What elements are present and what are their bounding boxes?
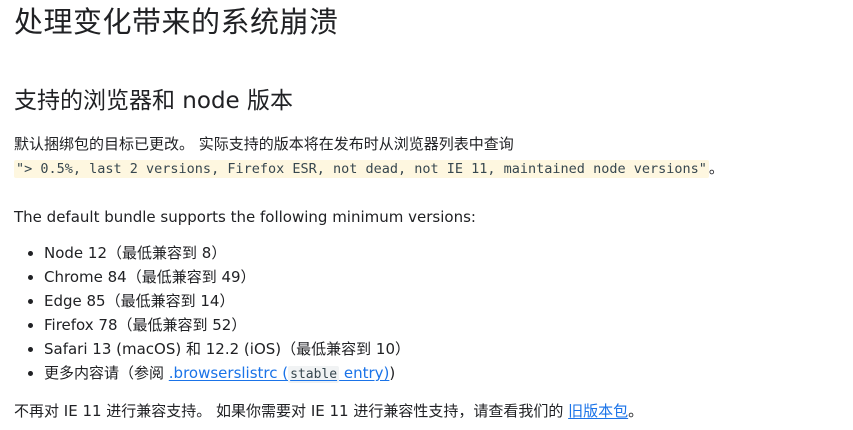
document-page: 处理变化带来的系统崩溃 支持的浏览器和 node 版本 默认捆绑包的目标已更改。…: [14, 0, 844, 423]
more-prefix: 更多内容请（参阅: [44, 364, 169, 382]
intro-paragraph: 默认捆绑包的目标已更改。 实际支持的版本将在发布时从浏览器列表中查询 "> 0.…: [14, 132, 844, 181]
list-item: Safari 13 (macOS) 和 12.2 (iOS)（最低兼容到 10）: [44, 337, 844, 361]
browserslistrc-link-tail: entry): [339, 364, 390, 382]
list-item: Chrome 84（最低兼容到 49）: [44, 265, 844, 289]
list-item-more: 更多内容请（参阅 .browserslistrc (stable entry)): [44, 361, 844, 387]
ie-text: 不再对 IE 11 进行兼容支持。 如果你需要对 IE 11 进行兼容性支持，请…: [14, 402, 569, 420]
browserslistrc-link-text: .browserslistrc (: [168, 364, 289, 382]
default-bundle-paragraph: The default bundle supports the followin…: [14, 208, 476, 226]
ie-support-paragraph: 不再对 IE 11 进行兼容支持。 如果你需要对 IE 11 进行兼容性支持，请…: [14, 399, 844, 423]
intro-text: 默认捆绑包的目标已更改。 实际支持的版本将在发布时从浏览器列表中查询: [14, 135, 514, 153]
legacy-bundle-link[interactable]: 旧版本包: [568, 402, 628, 420]
section-heading: 支持的浏览器和 node 版本: [14, 88, 294, 114]
list-item: Edge 85（最低兼容到 14）: [44, 289, 844, 313]
list-item: Firefox 78（最低兼容到 52）: [44, 313, 844, 337]
more-suffix: ): [389, 364, 396, 382]
stable-code: stable: [288, 366, 340, 383]
intro-suffix: 。: [708, 159, 724, 177]
browserslistrc-link[interactable]: .browserslistrc (stable entry): [168, 364, 390, 383]
ie-suffix: 。: [628, 402, 644, 420]
list-item: Node 12（最低兼容到 8）: [44, 241, 844, 265]
browserslist-query-code: "> 0.5%, last 2 versions, Firefox ESR, n…: [14, 160, 709, 178]
page-title: 处理变化带来的系统崩溃: [14, 5, 339, 39]
versions-list: Node 12（最低兼容到 8） Chrome 84（最低兼容到 49） Edg…: [14, 241, 844, 387]
